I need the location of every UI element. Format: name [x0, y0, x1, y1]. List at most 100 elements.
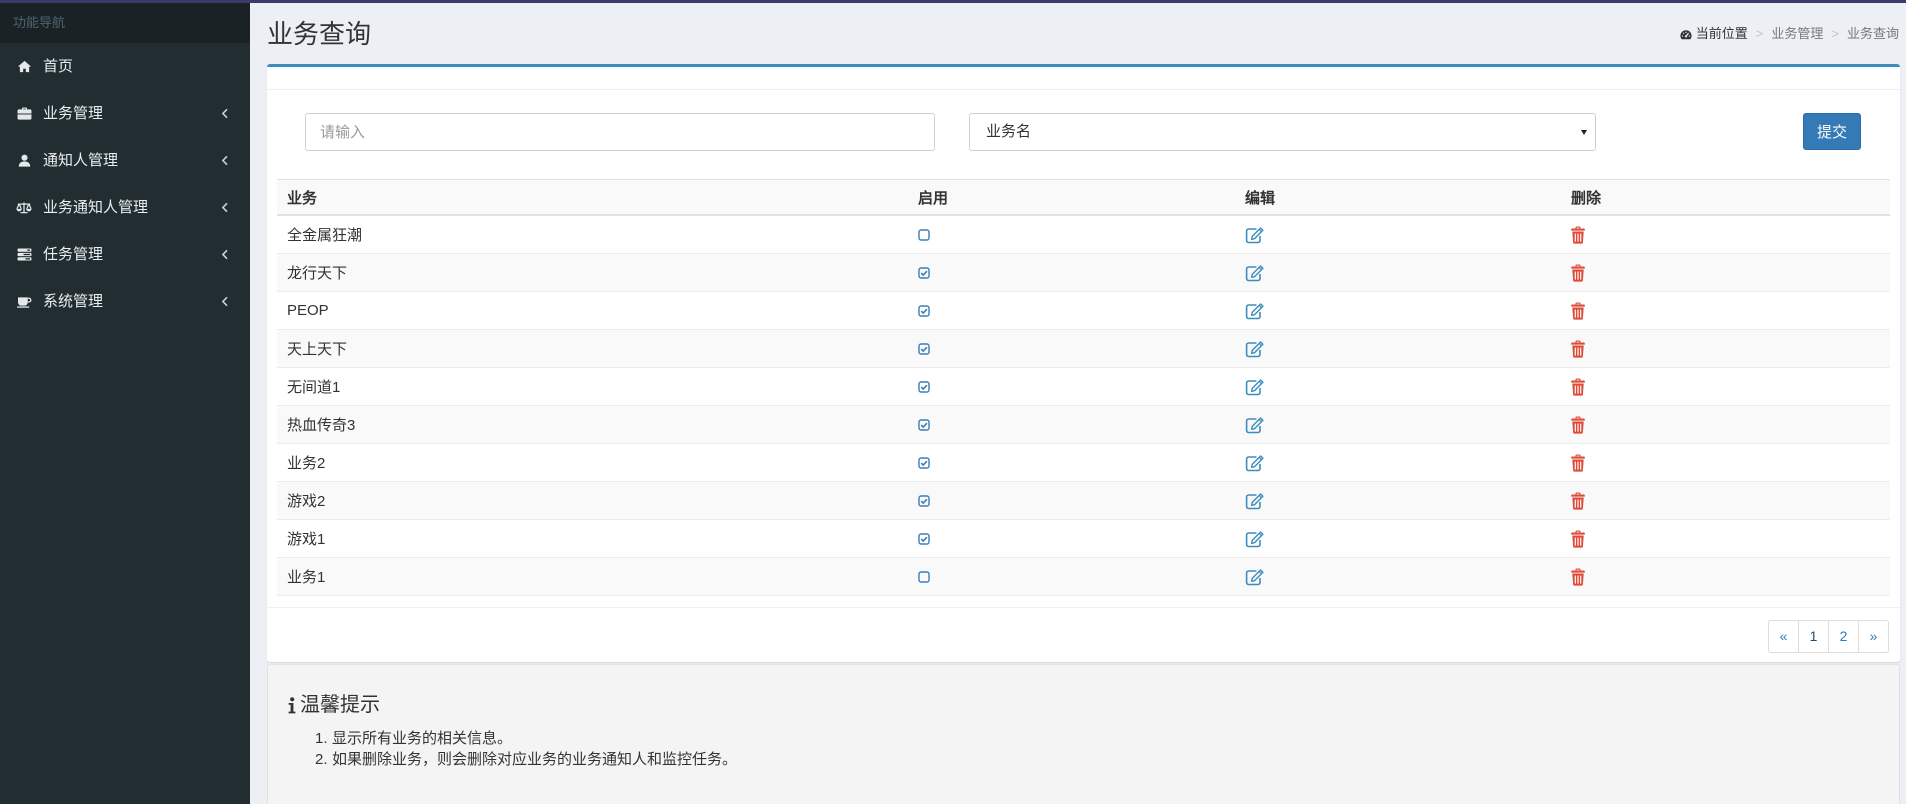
enabled-cell — [908, 558, 1235, 595]
tips-title: 温馨提示 — [300, 694, 380, 716]
sidebar-item-label: 首页 — [43, 58, 74, 75]
edit-icon[interactable] — [1245, 264, 1265, 282]
breadcrumb-item-current-location[interactable]: 当前位置 — [1680, 26, 1748, 42]
business-name-cell: 游戏1 — [287, 531, 326, 548]
trash-icon[interactable] — [1571, 530, 1585, 548]
business-name-cell: 天上天下 — [287, 341, 348, 358]
tips-list-item: 2. 如果删除业务，则会删除对应业务的业务通知人和监控任务。 — [315, 749, 737, 770]
sidebar-item-notifier-management[interactable]: 通知人管理 — [0, 137, 250, 184]
edit-cell — [1235, 406, 1561, 443]
business-table: 业务 启用 编辑 删除 全金属狂潮 龙行天下 PEOP 天上天下 无间道1 热血传奇3 业务… — [277, 179, 1890, 596]
edit-icon[interactable] — [1245, 302, 1265, 320]
sidebar-item-label: 业务通知人管理 — [43, 199, 149, 216]
pagination-page-2[interactable]: 2 — [1828, 620, 1859, 653]
checkbox-checked-icon[interactable] — [918, 380, 930, 393]
edit-cell — [1235, 368, 1561, 405]
delete-cell — [1561, 216, 1890, 253]
sidebar-item-business-management[interactable]: 业务管理 — [0, 90, 250, 137]
box-footer: « 1 2 » — [267, 607, 1900, 662]
business-name-cell: 游戏2 — [287, 493, 326, 510]
checkbox-checked-icon[interactable] — [918, 532, 930, 545]
edit-icon[interactable] — [1245, 568, 1265, 586]
table-row: 龙行天下 — [277, 254, 1890, 292]
trash-icon[interactable] — [1571, 416, 1585, 434]
table-row: 全金属狂潮 — [277, 216, 1890, 254]
balance-scale-icon — [16, 199, 32, 215]
trash-icon[interactable] — [1571, 492, 1585, 510]
trash-icon[interactable] — [1571, 568, 1585, 586]
search-input[interactable] — [305, 113, 935, 151]
tips-callout: 温馨提示 1. 显示所有业务的相关信息。 2. 如果删除业务，则会删除对应业务的… — [267, 664, 1900, 804]
delete-cell — [1561, 444, 1890, 481]
trash-icon[interactable] — [1571, 226, 1585, 244]
trash-icon[interactable] — [1571, 302, 1585, 320]
search-field-select[interactable]: 业务名 — [969, 113, 1596, 151]
tips-item-number: 2. — [315, 751, 328, 768]
business-name-cell: 业务2 — [287, 455, 326, 472]
sidebar-item-business-notifier-management[interactable]: 业务通知人管理 — [0, 184, 250, 231]
tips-heading: 温馨提示 — [288, 693, 380, 717]
delete-cell — [1561, 520, 1890, 557]
edit-icon[interactable] — [1245, 416, 1265, 434]
checkbox-unchecked-icon[interactable] — [918, 570, 930, 583]
edit-icon[interactable] — [1245, 492, 1265, 510]
pagination-next-button[interactable]: » — [1858, 620, 1889, 653]
edit-cell — [1235, 254, 1561, 291]
enabled-cell — [908, 254, 1235, 291]
pagination-prev-item: « — [1768, 620, 1799, 653]
submit-button[interactable]: 提交 — [1803, 113, 1861, 150]
enabled-cell — [908, 330, 1235, 367]
column-header-delete: 删除 — [1571, 189, 1602, 207]
sidebar-item-task-management[interactable]: 任务管理 — [0, 231, 250, 278]
tips-item-text: 如果删除业务，则会删除对应业务的业务通知人和监控任务。 — [332, 751, 738, 768]
sidebar-item-home[interactable]: 首页 — [0, 43, 250, 90]
breadcrumb-label: 当前位置 — [1695, 26, 1748, 41]
enabled-cell — [908, 520, 1235, 557]
enabled-cell — [908, 216, 1235, 253]
sidebar-menu: 首页 业务管理 通知人管理 业务通知人管理 任务管理 系统管理 — [0, 43, 250, 325]
delete-cell — [1561, 558, 1890, 595]
edit-icon[interactable] — [1245, 454, 1265, 472]
chevron-left-icon — [221, 108, 229, 119]
edit-icon[interactable] — [1245, 226, 1265, 244]
checkbox-checked-icon[interactable] — [918, 494, 930, 507]
info-icon — [288, 696, 296, 714]
pagination: « 1 2 » — [1768, 620, 1889, 653]
page-title: 业务查询 — [267, 19, 372, 49]
checkbox-checked-icon[interactable] — [918, 304, 930, 317]
pagination-next-item: » — [1858, 620, 1889, 653]
checkbox-checked-icon[interactable] — [918, 418, 930, 431]
checkbox-unchecked-icon[interactable] — [918, 228, 930, 241]
select-value: 业务名 — [986, 123, 1032, 140]
business-name-cell: 龙行天下 — [287, 265, 348, 282]
trash-icon[interactable] — [1571, 378, 1585, 396]
edit-icon[interactable] — [1245, 378, 1265, 396]
dropdown-arrow-icon — [1581, 130, 1587, 135]
edit-icon[interactable] — [1245, 340, 1265, 358]
content-wrapper: 业务查询 当前位置 > 业务管理 > 业务查询 业务名 提交 业务 启用 编辑 … — [250, 3, 1906, 804]
pagination-prev-button[interactable]: « — [1768, 620, 1799, 653]
box-header — [267, 67, 1900, 90]
checkbox-checked-icon[interactable] — [918, 342, 930, 355]
edit-icon[interactable] — [1245, 530, 1265, 548]
breadcrumb-separator: > — [1831, 26, 1839, 41]
trash-icon[interactable] — [1571, 264, 1585, 282]
trash-icon[interactable] — [1571, 454, 1585, 472]
enabled-cell — [908, 292, 1235, 329]
table-row: PEOP — [277, 292, 1890, 330]
sidebar-item-label: 系统管理 — [43, 293, 104, 310]
table-body: 全金属狂潮 龙行天下 PEOP 天上天下 无间道1 热血传奇3 业务2 游戏2 游戏1 业务1 — [277, 216, 1890, 596]
breadcrumb-item-business-query: 业务查询 — [1846, 26, 1899, 41]
coffee-icon — [16, 293, 32, 309]
checkbox-checked-icon[interactable] — [918, 266, 930, 279]
sidebar: 功能导航 首页 业务管理 通知人管理 业务通知人管理 任务管理 系统管理 — [0, 3, 250, 804]
query-box: 业务名 提交 业务 启用 编辑 删除 全金属狂潮龙行天下 PEOP 天上天下无间道1… — [267, 64, 1900, 662]
pagination-page-item: 2 — [1828, 620, 1859, 653]
pagination-page-1[interactable]: 1 — [1798, 620, 1829, 653]
checkbox-checked-icon[interactable] — [918, 456, 930, 469]
breadcrumb-item-business-management[interactable]: 业务管理 — [1771, 26, 1823, 42]
trash-icon[interactable] — [1571, 340, 1585, 358]
sidebar-item-system-management[interactable]: 系统管理 — [0, 278, 250, 325]
edit-cell — [1235, 292, 1561, 329]
business-name-cell: 热血传奇3 — [287, 417, 356, 434]
